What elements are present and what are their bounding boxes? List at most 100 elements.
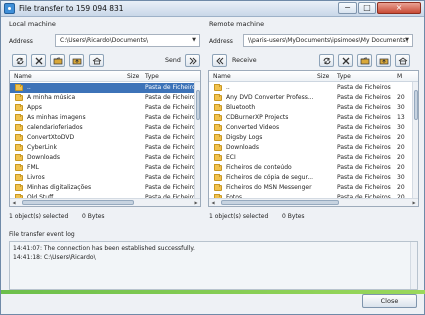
remote-horizontal-scroll-thumb[interactable] (221, 200, 339, 205)
local-file-row[interactable]: .. Pasta de Ficheiros (10, 83, 200, 93)
local-file-row[interactable]: Minhas digitalizações Pasta de Ficheiros (10, 183, 200, 193)
folder-icon (214, 104, 222, 111)
local-column-type[interactable]: Type (145, 73, 159, 80)
file-type: Pasta de Ficheiros (145, 104, 196, 111)
receive-button[interactable] (212, 54, 227, 67)
title-bar: File transfer to 159 094 831 − □ × (1, 1, 424, 17)
scroll-left-icon[interactable]: ◀ (11, 200, 17, 206)
remote-file-row[interactable]: Downloads Pasta de Ficheiros 20 (209, 143, 418, 153)
file-modified: 30 (397, 124, 405, 131)
remote-file-row[interactable]: CDBurnerXP Projects Pasta de Ficheiros 13 (209, 113, 418, 123)
local-selection-status: 1 object(s) selected (9, 213, 69, 220)
local-delete-button[interactable] (31, 54, 46, 67)
remote-file-row[interactable]: ECI Pasta de Ficheiros 20 (209, 153, 418, 163)
file-modified: 30 (397, 104, 405, 111)
local-address-field[interactable]: C:\Users\Ricardo\Documents\ ▼ (55, 34, 200, 47)
remote-vertical-scrollbar[interactable] (412, 82, 418, 198)
file-type: Pasta de Ficheiros (145, 144, 196, 151)
new-folder-icon (53, 57, 63, 65)
file-name: FML (27, 164, 39, 171)
maximize-button[interactable]: □ (358, 2, 376, 14)
remote-file-row[interactable]: Digsby Logs Pasta de Ficheiros 20 (209, 133, 418, 143)
remote-delete-button[interactable] (338, 54, 353, 67)
file-name: Converted Videos (226, 124, 280, 131)
file-name: Ficheiros de cópia de segur... (226, 174, 314, 181)
remote-home-button[interactable] (395, 54, 410, 67)
folder-icon (15, 154, 23, 161)
local-up-folder-button[interactable] (69, 54, 84, 67)
folder-icon (214, 144, 222, 151)
local-file-row[interactable]: CyberLink Pasta de Ficheiros (10, 143, 200, 153)
remote-file-row[interactable]: Bluetooth Pasta de Ficheiros 30 (209, 103, 418, 113)
window-close-button[interactable]: × (377, 2, 421, 14)
local-vertical-scrollbar[interactable] (194, 82, 200, 198)
local-vertical-scroll-thumb[interactable] (196, 90, 200, 120)
file-type: Pasta de Ficheiros (337, 184, 391, 191)
file-type: Pasta de Ficheiros (145, 84, 196, 91)
folder-icon (15, 174, 23, 181)
refresh-icon (323, 57, 331, 65)
close-button[interactable]: Close (362, 294, 417, 308)
remote-file-row[interactable]: .. Pasta de Ficheiros (209, 83, 418, 93)
log-entry: 14:41:07: The connection has been establ… (13, 245, 195, 252)
local-file-row[interactable]: Downloads Pasta de Ficheiros (10, 153, 200, 163)
remote-file-list[interactable]: Name Size Type M .. Pasta de Ficheiros Any… (208, 70, 419, 207)
minimize-button[interactable]: − (338, 2, 357, 14)
delete-icon (342, 57, 350, 65)
up-folder-icon (379, 58, 389, 65)
local-file-row[interactable]: calendarioferiados Pasta de Ficheiros (10, 123, 200, 133)
local-address-value: C:\Users\Ricardo\Documents\ (60, 37, 148, 44)
remote-column-size[interactable]: Size (317, 73, 329, 80)
local-horizontal-scroll-thumb[interactable] (22, 200, 134, 205)
refresh-icon (16, 57, 24, 65)
local-file-list[interactable]: Name Size Type .. Pasta de Ficheiros A min… (9, 70, 201, 207)
file-type: Pasta de Ficheiros (145, 114, 196, 121)
file-name: Downloads (226, 144, 259, 151)
remote-file-row[interactable]: Ficheiros de conteúdo Pasta de Ficheiros 2… (209, 163, 418, 173)
local-column-size[interactable]: Size (127, 73, 139, 80)
local-horizontal-scrollbar[interactable]: ◀ ▶ (10, 198, 200, 206)
remote-vertical-scroll-thumb[interactable] (414, 90, 418, 120)
file-name: As minhas imagens (27, 114, 86, 121)
remote-column-name[interactable]: Name (213, 73, 231, 80)
send-arrow-icon (189, 57, 197, 65)
log-vertical-scrollbar[interactable] (410, 242, 417, 289)
remote-file-row[interactable]: Ficheiros do MSN Messenger Pasta de Fiche… (209, 183, 418, 193)
remote-address-field[interactable]: \\paris-users\MyDocuments\ipsimoes\My Do… (243, 34, 413, 47)
local-file-row[interactable]: Livros Pasta de Ficheiros (10, 173, 200, 183)
file-modified: 20 (397, 154, 405, 161)
send-button[interactable] (185, 54, 200, 67)
folder-icon (15, 84, 23, 91)
file-type: Pasta de Ficheiros (337, 104, 391, 111)
scroll-left-icon[interactable]: ◀ (210, 200, 216, 206)
scroll-right-icon[interactable]: ▶ (411, 200, 417, 206)
local-file-row[interactable]: As minhas imagens Pasta de Ficheiros (10, 113, 200, 123)
file-name: ECI (226, 154, 236, 161)
remote-horizontal-scrollbar[interactable]: ◀ ▶ (209, 198, 418, 206)
remote-file-row[interactable]: Any DVD Converter Profess... Pasta de Fic… (209, 93, 418, 103)
dropdown-arrow-icon[interactable]: ▼ (403, 36, 411, 45)
local-home-button[interactable] (89, 54, 104, 67)
dropdown-arrow-icon[interactable]: ▼ (190, 36, 198, 45)
file-transfer-app-icon (4, 3, 15, 14)
remote-column-m[interactable]: M (397, 73, 402, 80)
file-modified: 20 (397, 144, 405, 151)
local-file-row[interactable]: Apps Pasta de Ficheiros (10, 103, 200, 113)
remote-up-folder-button[interactable] (376, 54, 391, 67)
local-file-row[interactable]: A minha música Pasta de Ficheiros (10, 93, 200, 103)
remote-file-row[interactable]: Ficheiros de cópia de segur... Pasta de F… (209, 173, 418, 183)
remote-file-row[interactable]: Converted Videos Pasta de Ficheiros 30 (209, 123, 418, 133)
remote-column-type[interactable]: Type (337, 73, 351, 80)
remote-new-folder-button[interactable] (357, 54, 372, 67)
up-folder-icon (72, 58, 82, 65)
file-type: Pasta de Ficheiros (337, 164, 391, 171)
receive-arrow-icon (216, 57, 224, 65)
remote-refresh-button[interactable] (319, 54, 334, 67)
receive-label: Receive (232, 57, 257, 64)
scroll-right-icon[interactable]: ▶ (193, 200, 199, 206)
local-file-row[interactable]: ConvertXtoDVD Pasta de Ficheiros (10, 133, 200, 143)
local-refresh-button[interactable] (12, 54, 27, 67)
local-file-row[interactable]: FML Pasta de Ficheiros (10, 163, 200, 173)
local-new-folder-button[interactable] (50, 54, 65, 67)
local-column-name[interactable]: Name (14, 73, 32, 80)
